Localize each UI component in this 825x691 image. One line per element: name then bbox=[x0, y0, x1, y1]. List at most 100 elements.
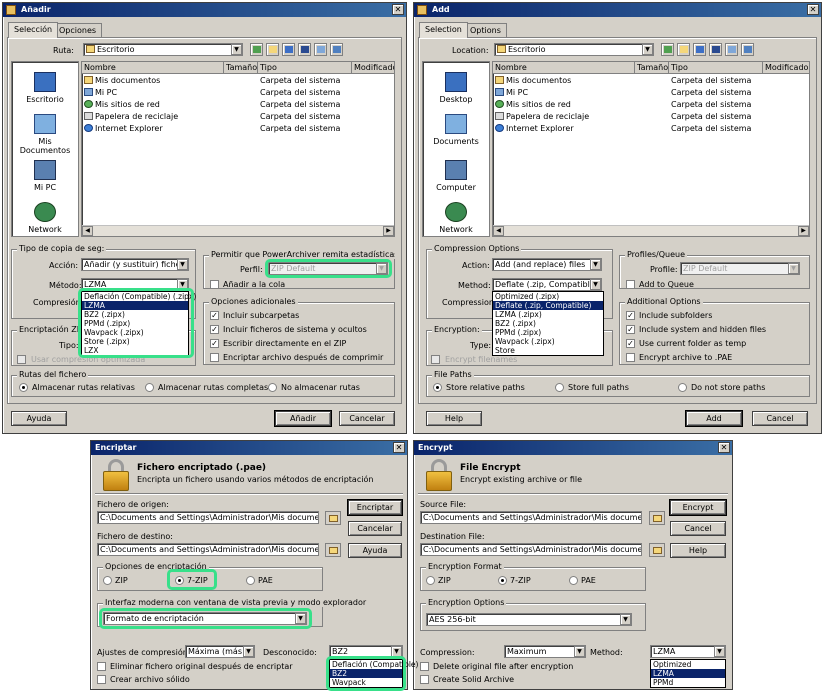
format-pae-radio[interactable] bbox=[246, 576, 255, 585]
file-row[interactable]: Mis sitios de red Carpeta del sistema bbox=[495, 100, 795, 111]
col-modificado[interactable]: Modificado bbox=[352, 62, 394, 74]
chevron-down-icon[interactable]: ▼ bbox=[714, 646, 725, 657]
current-folder-temp-checkbox[interactable]: ✓ bbox=[626, 339, 635, 348]
format-7zip-radio-en[interactable] bbox=[498, 576, 507, 585]
location-combo[interactable]: Escritorio ▼ bbox=[494, 43, 654, 56]
browse-dest-button[interactable] bbox=[325, 543, 341, 557]
tab-selection[interactable]: Selection bbox=[419, 22, 468, 38]
method-option[interactable]: PPMd (.zipx) bbox=[82, 319, 188, 328]
add-queue-checkbox[interactable] bbox=[626, 280, 635, 289]
chevron-down-icon[interactable]: ▼ bbox=[590, 279, 601, 290]
format-7zip-radio[interactable] bbox=[175, 576, 184, 585]
file-row[interactable]: Mis sitios de red Carpeta del sistema bbox=[84, 100, 384, 111]
method-option[interactable]: Wavpack bbox=[330, 678, 402, 687]
place-documents[interactable]: Documents bbox=[425, 114, 487, 146]
close-icon[interactable]: ✕ bbox=[392, 4, 404, 15]
format-pae-radio-en[interactable] bbox=[569, 576, 578, 585]
write-direct-checkbox[interactable]: ✓ bbox=[210, 339, 219, 348]
method-option-selected[interactable]: LZMA bbox=[82, 301, 188, 310]
view-button-3[interactable] bbox=[725, 43, 738, 56]
add-button-en[interactable]: Add bbox=[685, 410, 743, 427]
metodo-select[interactable]: LZMA ▼ bbox=[81, 278, 189, 291]
action-select[interactable]: Add (and replace) files ▼ bbox=[492, 258, 602, 271]
method-dropdown-list-es[interactable]: Deflación (Compatible) BZ2 Wavpack bbox=[329, 659, 418, 688]
file-row[interactable]: Internet Explorer Carpeta del sistema bbox=[495, 124, 795, 135]
file-row[interactable]: Papelera de reciclaje Carpeta del sistema bbox=[84, 112, 384, 123]
method-option[interactable]: Wavpack (.zipx) bbox=[493, 337, 603, 346]
store-relative-radio[interactable] bbox=[433, 383, 442, 392]
metodo-dropdown-list[interactable]: Deflación (Compatible) (.zipx) LZMA BZ2 … bbox=[81, 291, 196, 356]
tab-seleccion[interactable]: Selección bbox=[8, 22, 59, 38]
chevron-down-icon[interactable]: ▼ bbox=[376, 263, 387, 274]
method-option[interactable]: Optimized bbox=[651, 660, 725, 669]
help-button-en[interactable]: Help bbox=[426, 411, 482, 426]
method-option[interactable]: PPMd (.zipx) bbox=[493, 328, 603, 337]
scroll-left-icon[interactable]: ◀ bbox=[82, 226, 93, 236]
method-option[interactable]: LZX bbox=[82, 346, 188, 355]
profile-select[interactable]: ZIP Default ▼ bbox=[680, 262, 800, 275]
compression-level-select[interactable]: Máxima (más lenta)▼ bbox=[185, 645, 255, 658]
view-button-2[interactable] bbox=[298, 43, 311, 56]
method-select[interactable]: Deflate (.zip, Compatible) ▼ bbox=[492, 278, 602, 291]
place-network[interactable]: Network bbox=[425, 202, 487, 234]
file-row[interactable]: Papelera de reciclaje Carpeta del sistema bbox=[495, 112, 795, 123]
scroll-right-icon[interactable]: ▶ bbox=[383, 226, 394, 236]
col-nombre[interactable]: Nombre bbox=[493, 62, 635, 74]
method-option[interactable]: Deflación (Compatible) (.zipx) bbox=[82, 292, 196, 301]
format-zip-radio-en[interactable] bbox=[426, 576, 435, 585]
method-option[interactable]: Wavpack (.zipx) bbox=[82, 328, 188, 337]
col-modificado[interactable]: Modificado bbox=[763, 62, 809, 74]
col-nombre[interactable]: Nombre bbox=[82, 62, 224, 74]
cancel-button-en[interactable]: Cancel bbox=[752, 411, 808, 426]
method-option[interactable]: Deflación (Compatible) bbox=[330, 660, 418, 669]
place-desktop[interactable]: Desktop bbox=[425, 72, 487, 104]
browse-source-button[interactable] bbox=[325, 511, 341, 525]
file-row[interactable]: Mi PC Carpeta del sistema bbox=[495, 88, 795, 99]
encrypt-button-es[interactable]: Encriptar bbox=[347, 499, 403, 516]
file-list-es[interactable]: Nombre Tamaño Tipo Modificado Mis docume… bbox=[81, 61, 395, 237]
method-option[interactable]: Optimized (.zipx) bbox=[493, 292, 603, 301]
include-hidden-checkbox[interactable]: ✓ bbox=[626, 325, 635, 334]
no-paths-radio-en[interactable] bbox=[678, 383, 687, 392]
delete-original-checkbox-en[interactable] bbox=[420, 662, 429, 671]
method-option[interactable]: BZ2 (.zipx) bbox=[82, 310, 188, 319]
up-folder-button[interactable] bbox=[661, 43, 674, 56]
horizontal-scrollbar[interactable]: ◀ ▶ bbox=[493, 225, 809, 236]
horizontal-scrollbar[interactable]: ◀ ▶ bbox=[82, 225, 394, 236]
col-tipo[interactable]: Tipo bbox=[669, 62, 763, 74]
chevron-down-icon[interactable]: ▼ bbox=[788, 263, 799, 274]
view-button-3[interactable] bbox=[314, 43, 327, 56]
cancel-button-en[interactable]: Cancel bbox=[670, 521, 726, 536]
full-paths-radio[interactable] bbox=[145, 383, 154, 392]
up-folder-button[interactable] bbox=[250, 43, 263, 56]
chevron-down-icon[interactable]: ▼ bbox=[590, 259, 601, 270]
close-icon[interactable]: ✕ bbox=[718, 442, 730, 453]
aes-select[interactable]: AES 256-bit ▼ bbox=[426, 613, 632, 626]
chevron-down-icon[interactable]: ▼ bbox=[391, 646, 402, 657]
encrypt-button-en[interactable]: Encrypt bbox=[669, 499, 727, 516]
scroll-left-icon[interactable]: ◀ bbox=[493, 226, 504, 236]
browse-dest-button[interactable] bbox=[649, 543, 665, 557]
place-network[interactable]: Network bbox=[14, 202, 76, 234]
view-button-2[interactable] bbox=[709, 43, 722, 56]
file-row[interactable]: Mi PC Carpeta del sistema bbox=[84, 88, 384, 99]
source-file-input-es[interactable]: C:\Documents and Settings\Administrador\… bbox=[97, 511, 319, 524]
browse-source-button[interactable] bbox=[649, 511, 665, 525]
solid-archive-checkbox-es[interactable] bbox=[97, 675, 106, 684]
ruta-combo[interactable]: Escritorio ▼ bbox=[83, 43, 243, 56]
place-escritorio[interactable]: Escritorio bbox=[14, 72, 76, 104]
queue-checkbox[interactable] bbox=[210, 280, 219, 289]
method-option-selected[interactable]: LZMA bbox=[651, 669, 725, 678]
method-option[interactable]: Store (.zipx) bbox=[82, 337, 188, 346]
chevron-down-icon[interactable]: ▼ bbox=[620, 614, 631, 625]
col-tamano[interactable]: Tamaño bbox=[635, 62, 669, 74]
method-dropdown-list-en2[interactable]: Optimized LZMA PPMd bbox=[650, 659, 726, 688]
place-mi-pc[interactable]: Mi PC bbox=[14, 160, 76, 192]
cancel-button[interactable]: Cancelar bbox=[339, 411, 395, 426]
include-subfolders-checkbox[interactable]: ✓ bbox=[626, 311, 635, 320]
subfolders-checkbox[interactable]: ✓ bbox=[210, 311, 219, 320]
relative-paths-radio[interactable] bbox=[19, 383, 28, 392]
chevron-down-icon[interactable]: ▼ bbox=[642, 44, 653, 55]
view-button-4[interactable] bbox=[741, 43, 754, 56]
add-button[interactable]: Añadir bbox=[274, 410, 332, 427]
